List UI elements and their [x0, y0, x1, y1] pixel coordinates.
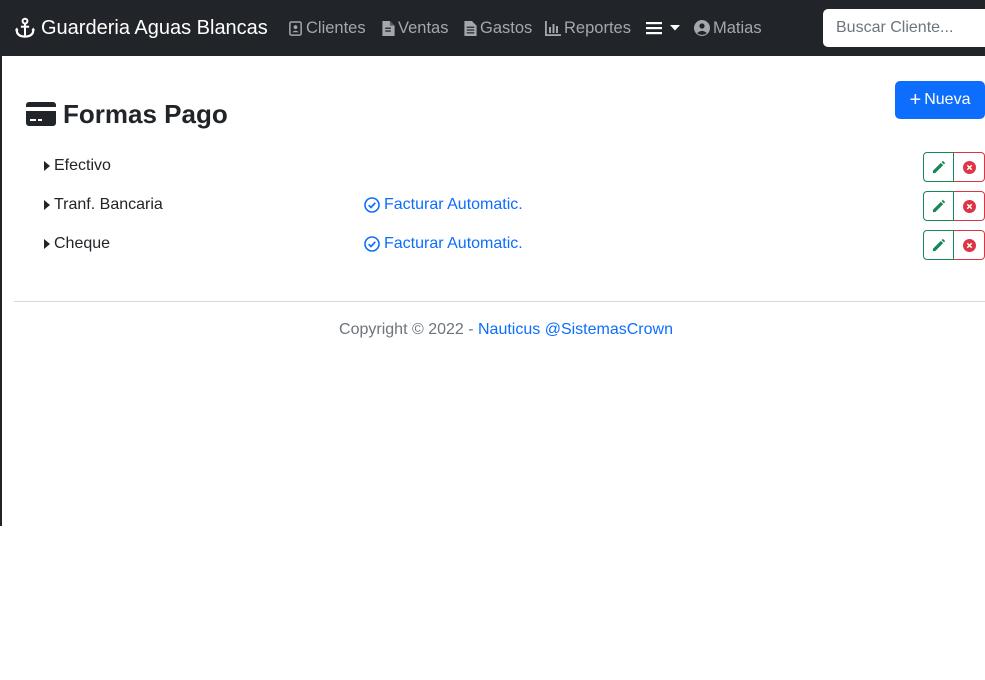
- plus-icon: +: [909, 89, 922, 111]
- search-input[interactable]: [823, 9, 985, 47]
- row-toggle[interactable]: Tranf. Bancaria: [44, 196, 163, 214]
- delete-button[interactable]: [954, 191, 985, 221]
- nav-user[interactable]: Matias: [694, 18, 762, 38]
- new-payment-method-button[interactable]: + Nueva: [895, 81, 985, 119]
- delete-button[interactable]: [954, 230, 985, 260]
- row-actions: [923, 191, 985, 221]
- auto-invoice-label: Facturar Automatic.: [384, 235, 523, 252]
- brand-link[interactable]: Guarderia Aguas Blancas: [14, 15, 268, 41]
- nav-gastos[interactable]: Gastos: [464, 18, 532, 38]
- edit-button[interactable]: [923, 230, 954, 260]
- hamburger-icon: [646, 22, 662, 35]
- left-edge-strip: [0, 0, 2, 526]
- caret-right-icon: [44, 239, 50, 249]
- nav-ventas-label: Ventas: [398, 18, 449, 37]
- credit-card-icon: [26, 102, 56, 127]
- file-text-icon: [464, 20, 477, 36]
- footer: Copyright © 2022 - Nauticus @SistemasCro…: [0, 321, 985, 339]
- page-title: Formas Pago: [26, 99, 228, 129]
- pencil-icon: [932, 238, 945, 251]
- check-circle-icon: [364, 236, 380, 252]
- delete-button[interactable]: [954, 152, 985, 182]
- nav-menu-dropdown[interactable]: [646, 18, 683, 38]
- nav-reportes[interactable]: Reportes: [545, 18, 631, 38]
- list-item: Tranf. Bancaria Facturar Automatic.: [44, 191, 985, 221]
- page-title-text: Formas Pago: [63, 98, 228, 129]
- edit-button[interactable]: [923, 152, 954, 182]
- row-toggle[interactable]: Efectivo: [44, 157, 111, 175]
- copyright-text: Copyright © 2022 -: [339, 321, 478, 338]
- auto-invoice-flag: Facturar Automatic.: [364, 235, 523, 253]
- auto-invoice-flag: Facturar Automatic.: [364, 196, 523, 214]
- navbar: Guarderia Aguas Blancas Clientes Ventas …: [0, 0, 985, 56]
- row-actions: [923, 230, 985, 260]
- bar-chart-icon: [545, 20, 561, 36]
- footer-divider: [14, 301, 985, 302]
- payment-method-name: Cheque: [54, 235, 111, 252]
- row-actions: [923, 152, 985, 182]
- nav-user-label: Matias: [713, 18, 762, 37]
- row-toggle[interactable]: Cheque: [44, 235, 110, 253]
- new-button-label: Nueva: [924, 91, 971, 108]
- nav-clientes[interactable]: Clientes: [288, 18, 366, 38]
- payment-method-name: Efectivo: [54, 157, 111, 174]
- nav-clientes-label: Clientes: [306, 18, 366, 37]
- caret-right-icon: [44, 200, 50, 210]
- contact-card-icon: [289, 20, 302, 36]
- check-circle-icon: [364, 197, 380, 213]
- auto-invoice-label: Facturar Automatic.: [384, 196, 523, 213]
- nav-reportes-label: Reportes: [564, 18, 631, 37]
- edit-button[interactable]: [923, 191, 954, 221]
- caret-right-icon: [44, 161, 50, 171]
- footer-link[interactable]: Nauticus @SistemasCrown: [478, 321, 673, 338]
- pencil-icon: [932, 160, 945, 173]
- user-circle-icon: [694, 20, 710, 36]
- nav-gastos-label: Gastos: [480, 18, 533, 37]
- file-invoice-icon: [382, 20, 395, 36]
- list-item: Cheque Facturar Automatic.: [44, 230, 985, 260]
- pencil-icon: [932, 199, 945, 212]
- anchor-icon: [14, 17, 36, 38]
- close-circle-icon: [962, 238, 976, 252]
- close-circle-icon: [962, 199, 976, 213]
- payment-method-name: Tranf. Bancaria: [54, 196, 163, 213]
- brand-title: Guarderia Aguas Blancas: [41, 16, 268, 39]
- list-item: Efectivo: [44, 152, 985, 182]
- nav-ventas[interactable]: Ventas: [382, 18, 448, 38]
- close-circle-icon: [962, 160, 976, 174]
- chevron-down-icon: [670, 25, 680, 31]
